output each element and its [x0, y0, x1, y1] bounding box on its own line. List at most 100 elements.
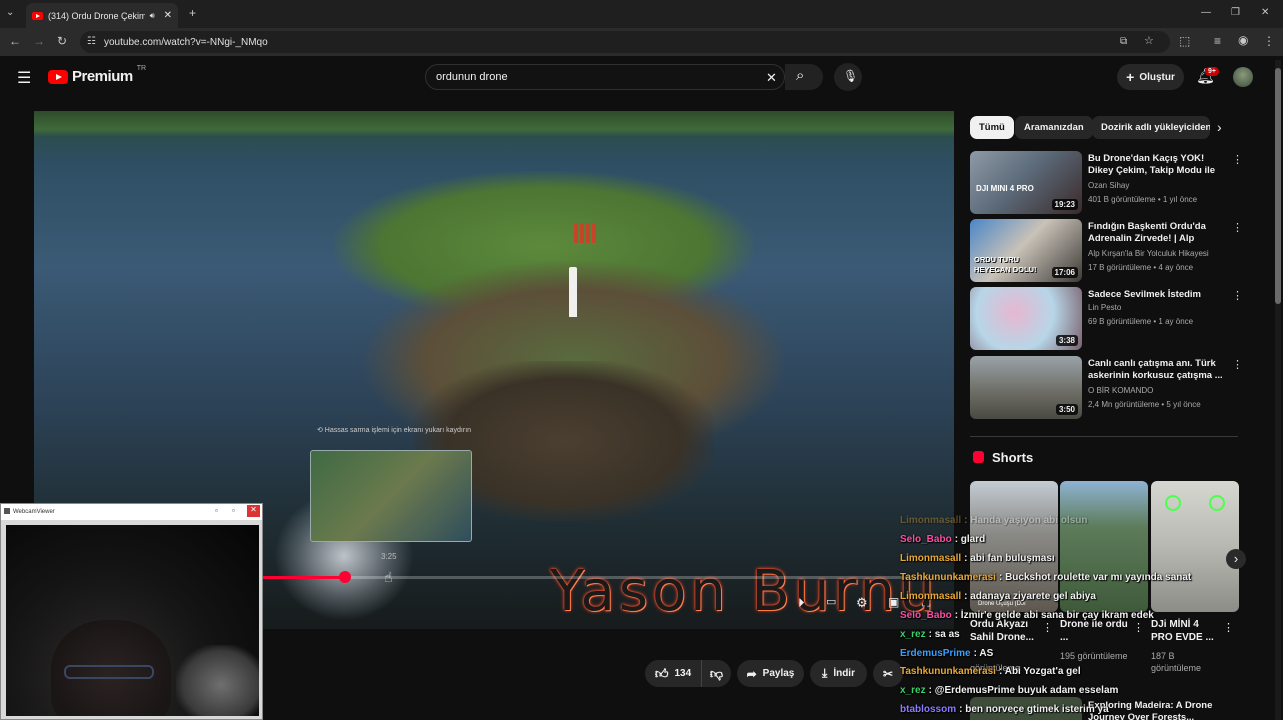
subtitles-icon[interactable]: ▭ [826, 595, 836, 608]
video-title[interactable]: Canlı canlı çatışma anı. Türk askerinin … [1088, 358, 1226, 382]
short-title[interactable]: DJi MİNİ 4 PRO EVDE ... [1151, 618, 1221, 644]
tab-close-icon[interactable]: ✕ [164, 10, 172, 21]
chip-all[interactable]: Tümü [970, 116, 1014, 139]
webcam-feed [6, 525, 259, 716]
extensions-icon[interactable]: ⬚ [1179, 34, 1190, 48]
channel-name[interactable]: O BİR KOMANDO [1088, 386, 1153, 395]
chat-text: Handa yaşıyon abi olsun [970, 515, 1088, 526]
download-button[interactable]: ⤓ İndir [810, 660, 867, 687]
logo-region: TR [136, 65, 147, 72]
page-scrollbar[interactable] [1275, 60, 1281, 720]
progress-played [262, 576, 346, 579]
tab-search-icon[interactable]: ⌄ [6, 6, 14, 20]
progress-scrubber[interactable] [339, 571, 352, 583]
video-thumbnail[interactable]: 3:50 [970, 356, 1082, 419]
progress-bar[interactable] [262, 571, 954, 583]
chips-next-icon[interactable]: › [1217, 119, 1222, 135]
video-thumbnail[interactable]: DJI MINI 4 PRO 19:23 [970, 151, 1082, 214]
url-bar[interactable]: ☷ youtube.com/watch?v=-NNgi-_NMqo ⧉ ☆ [80, 31, 1170, 53]
short-thumbnail[interactable] [1151, 481, 1239, 612]
notifications-badge: 9+ [1205, 67, 1219, 76]
chat-username: Selo_Babo [900, 610, 952, 621]
video-frame-trees [34, 111, 954, 137]
channel-name[interactable]: Alp Kırşan'la Bir Yolculuk Hikayesi [1088, 249, 1209, 258]
video-title[interactable]: Exploring Madeira: A Drone Journey Over … [1088, 700, 1228, 720]
recommendation-item[interactable]: 3:50 Canlı canlı çatışma anı. Türk asker… [970, 356, 1243, 420]
search-button[interactable]: ⌕ [785, 64, 823, 90]
chat-text: glard [960, 534, 986, 545]
short-more-icon[interactable]: ⋮ [1223, 621, 1234, 634]
scrollbar-thumb[interactable] [1275, 68, 1281, 304]
chat-text: Buckshot roulette var mı yayında sanat [1005, 572, 1192, 583]
reload-icon[interactable]: ↻ [57, 34, 67, 48]
short-meta: 187 B görüntüleme [1151, 651, 1202, 673]
chrome-menu-icon[interactable]: ⋮ [1263, 34, 1275, 48]
media-icon[interactable]: ≡ [1214, 34, 1221, 48]
chip-from-uploader[interactable]: Dozirik adlı yükleyiciden [1092, 116, 1210, 139]
bookmark-star-icon[interactable]: ☆ [1144, 34, 1154, 48]
hamburger-menu-icon[interactable]: ☰ [17, 68, 31, 88]
webcam-close-icon[interactable]: ✕ [247, 505, 260, 517]
microphone-icon: 🎙︎ [843, 69, 859, 83]
channel-name[interactable]: Lin Pesto [1088, 303, 1121, 312]
voice-search-button[interactable]: 🎙︎ [834, 63, 862, 91]
share-button[interactable]: ➦ Paylaş [737, 660, 804, 687]
webcam-maximize-icon[interactable]: ▫ [232, 506, 235, 515]
clear-search-icon[interactable]: ✕ [766, 70, 777, 86]
video-thumbnail[interactable]: 3:38 [970, 287, 1082, 350]
autoplay-toggle-icon[interactable]: ⏵ [798, 595, 805, 611]
settings-gear-icon[interactable]: ⚙ [856, 595, 868, 611]
short-more-icon[interactable]: ⋮ [1042, 621, 1053, 634]
shorts-heading: Shorts [992, 450, 1034, 465]
short-more-icon[interactable]: ⋮ [1133, 621, 1144, 634]
dislike-button[interactable]: 👎︎ [701, 660, 731, 687]
webcam-title-bar[interactable]: WebcamViewer ▫ ▫ ✕ [1, 504, 262, 520]
browser-tab[interactable]: (314) Ordu Drone Çekim 4K 🔊︎ ✕ [26, 3, 178, 28]
search-input[interactable]: ordunun drone ✕ [425, 64, 785, 90]
video-title[interactable]: Fındığın Başkenti Ordu'da Adrenalin Zirv… [1088, 221, 1226, 245]
short-title[interactable]: Ordu Akyazı Sahil Drone... [970, 618, 1045, 644]
maximize-icon[interactable]: ❐ [1231, 6, 1240, 20]
video-thumbnail[interactable]: ORDU TURU HEYECAN DOLU! 17:06 [970, 219, 1082, 282]
video-title[interactable]: Sadece Sevilmek İstedim [1088, 289, 1226, 301]
divider [970, 436, 1238, 437]
chat-message: Selo_Babo: glard [900, 534, 985, 545]
chip-from-search[interactable]: Aramanızdan [1015, 116, 1093, 139]
channel-name[interactable]: Ozan Sihay [1088, 181, 1129, 190]
profile-icon[interactable]: ◉ [1238, 33, 1248, 47]
thumbnail-text: ORDU TURU HEYECAN DOLU! [974, 255, 1037, 274]
back-icon[interactable]: ← [9, 34, 21, 48]
new-tab-icon[interactable]: + [189, 6, 196, 20]
recommendation-item[interactable]: DJI MINI 4 PRO 19:23 Bu Drone'dan Kaçış … [970, 151, 1243, 215]
avatar[interactable] [1233, 67, 1253, 87]
more-options-icon[interactable]: ⋮ [1232, 358, 1243, 371]
webcam-minimize-icon[interactable]: ▫ [215, 506, 218, 515]
youtube-logo[interactable]: Premium TR [48, 65, 147, 85]
search-icon: ⌕ [796, 67, 805, 84]
window-close-icon[interactable]: ✕ [1261, 6, 1269, 20]
webcam-window[interactable]: WebcamViewer ▫ ▫ ✕ [0, 503, 263, 720]
recommendation-item[interactable]: 3:38 Sadece Sevilmek İstedim Lin Pesto 6… [970, 287, 1243, 351]
minimize-icon[interactable]: — [1201, 6, 1211, 20]
more-options-icon[interactable]: ⋮ [1232, 153, 1243, 166]
chat-text: @ErdemusPrime buyuk adam esselam [934, 685, 1119, 696]
more-options-icon[interactable]: ⋮ [1232, 221, 1243, 234]
clip-button[interactable]: ✂ [873, 660, 903, 687]
recommendation-item[interactable]: ORDU TURU HEYECAN DOLU! 17:06 Fındığın B… [970, 219, 1243, 283]
speaker-icon[interactable]: 🔊︎ [150, 11, 155, 21]
short-title[interactable]: Drone ile ordu ... [1060, 618, 1130, 644]
miniplayer-icon[interactable]: ▣ [888, 595, 899, 609]
like-button[interactable]: 👍︎ 134 [645, 660, 701, 687]
more-options-icon[interactable]: ⋮ [1232, 289, 1243, 302]
shorts-next-icon[interactable]: › [1226, 549, 1246, 569]
create-button[interactable]: + Oluştur [1117, 64, 1184, 90]
forward-icon[interactable]: → [33, 34, 45, 48]
shorts-logo-icon [973, 451, 984, 463]
drone-light-icon [1209, 495, 1225, 511]
cast-icon[interactable]: ⧉ [1120, 35, 1127, 49]
download-label: İndir [833, 668, 855, 679]
site-info-icon[interactable]: ☷ [87, 35, 96, 49]
logo-text: Premium [72, 68, 133, 85]
video-title[interactable]: Bu Drone'dan Kaçış YOK! Dikey Çekim, Tak… [1088, 153, 1226, 177]
browser-toolbar: ← → ↻ ☷ youtube.com/watch?v=-NNgi-_NMqo … [0, 28, 1283, 56]
